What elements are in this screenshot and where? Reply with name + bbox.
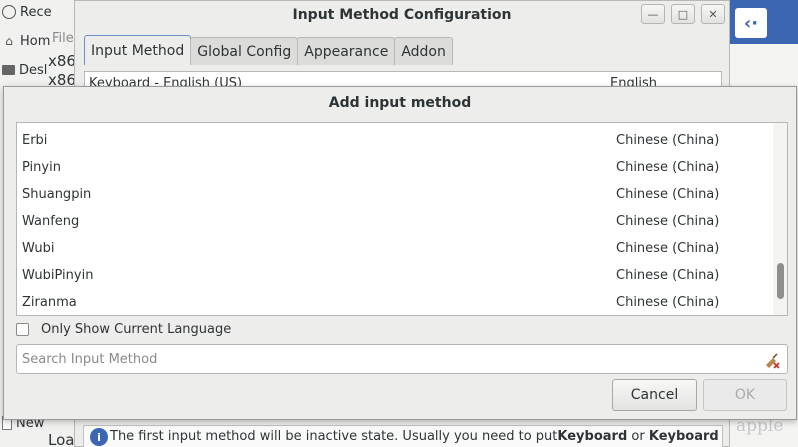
maximize-icon: □ xyxy=(677,7,689,21)
info-note-middle: or xyxy=(627,429,649,444)
sidebar-item-label: Rece xyxy=(20,4,52,20)
search-box xyxy=(16,344,788,374)
tab-appearance[interactable]: Appearance xyxy=(297,37,396,65)
info-note: i The first input method will be inactiv… xyxy=(83,425,723,447)
item-language: Chinese (China) xyxy=(616,187,720,202)
item-name: Erbi xyxy=(22,133,48,148)
window-controls: — □ ✕ xyxy=(641,4,725,24)
chevron-left-icon: ‹· xyxy=(743,12,759,34)
list-item[interactable]: Shuangpin Chinese (China) xyxy=(17,181,773,208)
tab-global-config[interactable]: Global Config xyxy=(190,37,299,65)
config-tabs: Input Method Global Config Appearance Ad… xyxy=(84,35,453,65)
only-show-current-language-checkbox[interactable] xyxy=(16,323,29,336)
info-note-bold-keyboard-2: Keyboard xyxy=(648,429,719,444)
only-show-current-language-option[interactable]: Only Show Current Language xyxy=(16,322,231,337)
sidebar-item-label: Desl xyxy=(19,62,48,78)
file-entry[interactable]: x86 xyxy=(48,52,76,70)
cancel-button[interactable]: Cancel xyxy=(612,379,697,411)
item-name: Pinyin xyxy=(22,160,61,175)
minimize-icon: — xyxy=(647,7,659,21)
input-method-options-list: Erbi Chinese (China) Pinyin Chinese (Chi… xyxy=(16,122,788,316)
sidebar-item-desktop[interactable]: Desl xyxy=(2,59,47,81)
sidebar-item-recent[interactable]: Rece xyxy=(2,1,52,23)
only-show-current-language-label: Only Show Current Language xyxy=(41,322,232,337)
list-item[interactable]: Wanfeng Chinese (China) xyxy=(17,208,773,235)
item-name: Ziranma xyxy=(22,295,77,310)
tab-addon[interactable]: Addon xyxy=(394,37,453,65)
item-name: Wubi xyxy=(22,241,55,256)
item-name: WubiPinyin xyxy=(22,268,94,283)
scrollbar-thumb[interactable] xyxy=(777,263,784,299)
info-icon: i xyxy=(90,428,108,446)
add-input-method-dialog: Add input method Erbi Chinese (China) Pi… xyxy=(3,86,797,420)
item-language: Chinese (China) xyxy=(616,133,720,148)
recent-icon xyxy=(2,5,16,19)
list-item[interactable]: Erbi Chinese (China) xyxy=(17,127,773,154)
back-button[interactable]: ‹· xyxy=(735,8,767,38)
clear-search-icon[interactable] xyxy=(763,351,781,369)
home-icon: ⌂ xyxy=(5,34,13,48)
list-item[interactable]: Ziranma Chinese (China) xyxy=(17,289,773,315)
search-input[interactable] xyxy=(17,345,757,373)
dialog-title: Add input method xyxy=(328,95,472,111)
sidebar-item-label: Hom xyxy=(20,33,51,49)
minimize-button[interactable]: — xyxy=(641,4,665,24)
item-language: Chinese (China) xyxy=(616,268,720,283)
close-icon: ✕ xyxy=(708,7,718,21)
item-language: Chinese (China) xyxy=(616,241,720,256)
item-language: Chinese (China) xyxy=(616,295,720,310)
item-language: Chinese (China) xyxy=(616,160,720,175)
list-item[interactable]: WubiPinyin Chinese (China) xyxy=(17,262,773,289)
item-name: Wanfeng xyxy=(22,214,80,229)
sidebar-item-home[interactable]: ⌂ Hom xyxy=(2,30,50,52)
info-note-bold-keyboard: Keyboard xyxy=(557,429,628,444)
list-item[interactable]: Pinyin Chinese (China) xyxy=(17,154,773,181)
list-item[interactable]: Wubi Chinese (China) xyxy=(17,235,773,262)
ok-button[interactable]: OK xyxy=(703,379,787,411)
file-menu-tab[interactable]: File xyxy=(52,31,74,46)
file-entry[interactable]: Loa xyxy=(48,431,74,447)
list-scrollbar[interactable] xyxy=(773,123,787,315)
tab-input-method[interactable]: Input Method xyxy=(84,35,192,65)
close-button[interactable]: ✕ xyxy=(701,4,725,24)
desktop-icon xyxy=(2,65,15,75)
info-note-prefix: The first input method will be inactive … xyxy=(110,429,558,444)
item-name: Shuangpin xyxy=(22,187,92,202)
window-title: Input Method Configuration xyxy=(292,7,512,23)
maximize-button[interactable]: □ xyxy=(671,4,695,24)
item-language: Chinese (China) xyxy=(616,214,720,229)
